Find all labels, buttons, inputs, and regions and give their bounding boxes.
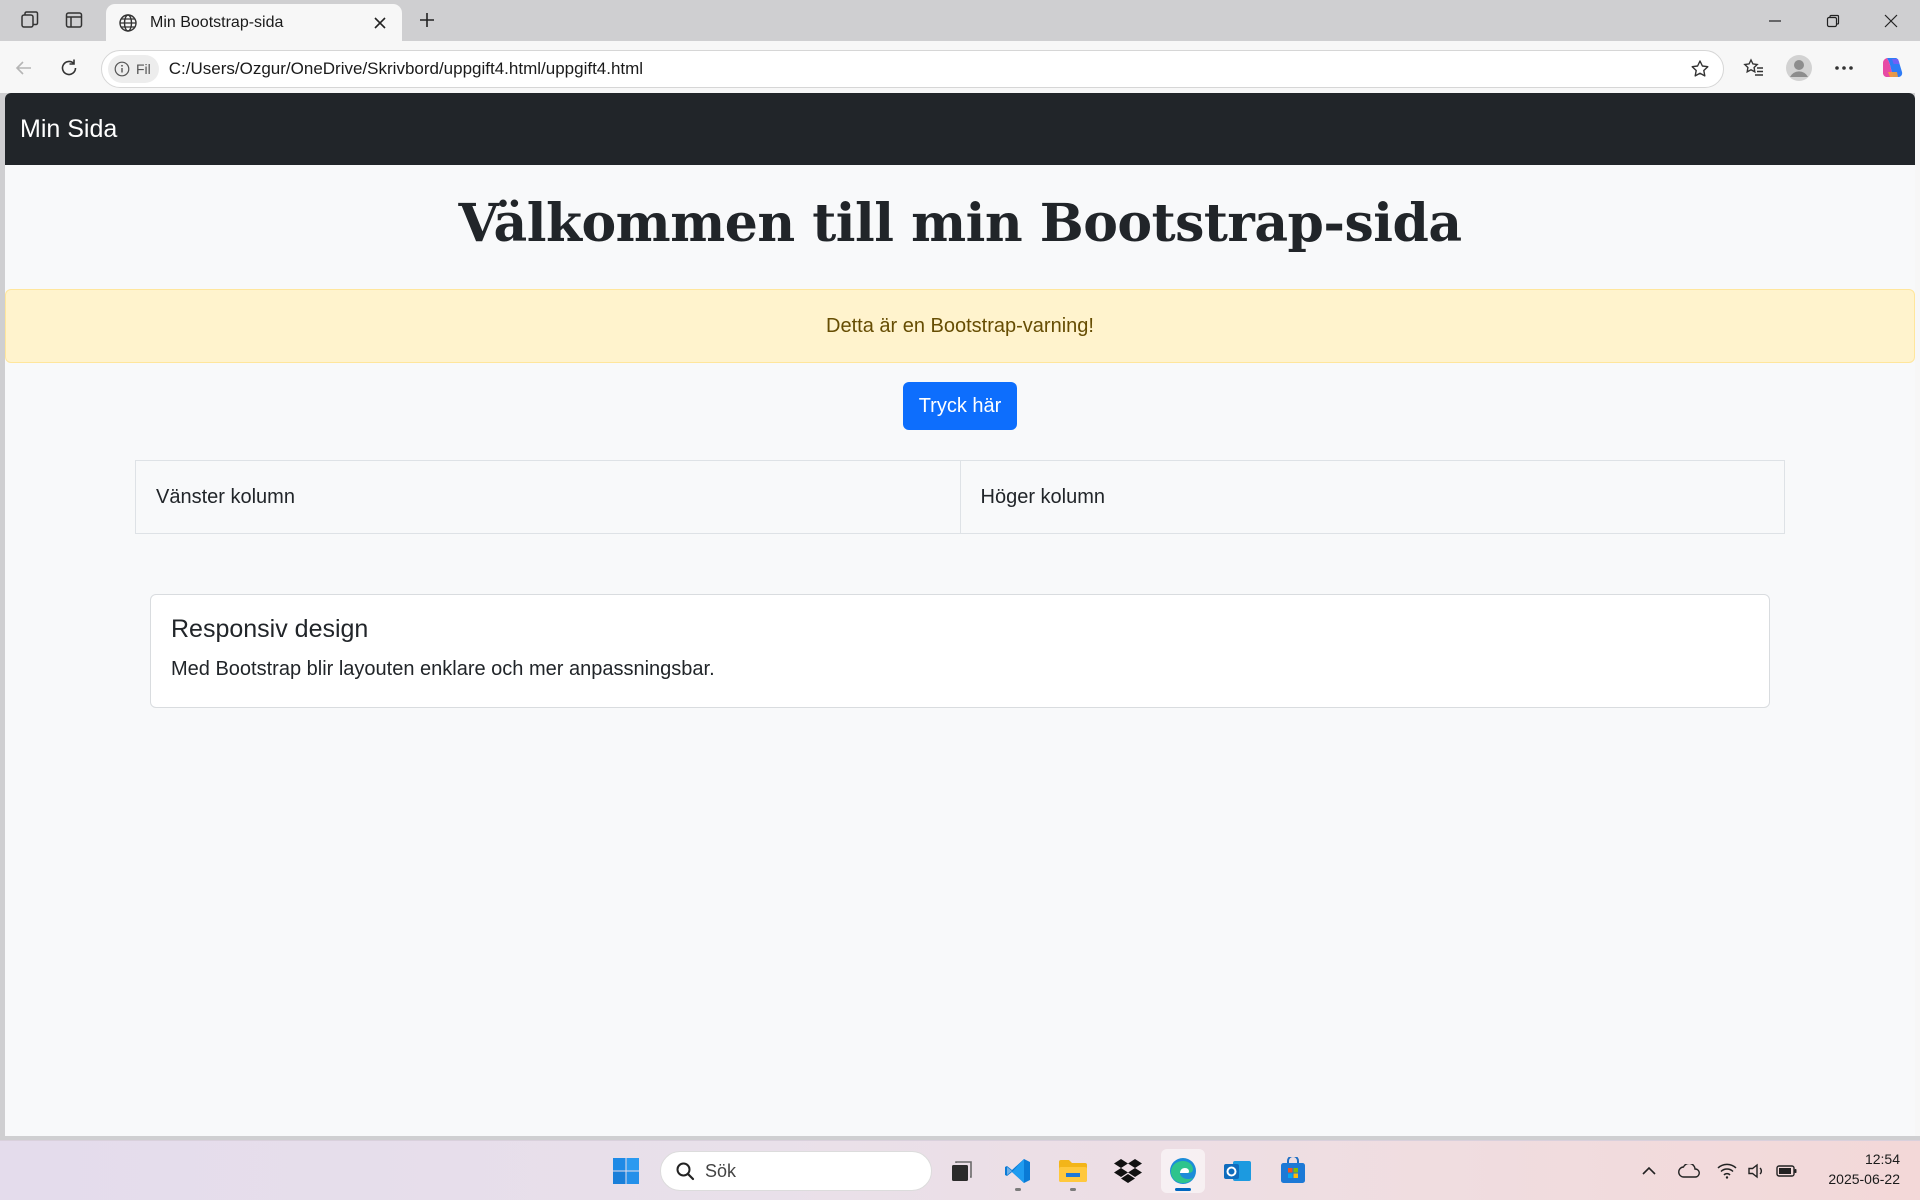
left-column: Vänster kolumn <box>135 460 961 534</box>
clock-time: 12:54 <box>1864 1151 1900 1167</box>
chevron-up-icon <box>1642 1166 1656 1175</box>
outlook-button[interactable] <box>1216 1149 1260 1193</box>
more-icon <box>1835 66 1853 70</box>
right-column: Höger kolumn <box>960 460 1785 534</box>
navbar-brand[interactable]: Min Sida <box>20 115 117 144</box>
left-column-text: Vänster kolumn <box>156 485 295 508</box>
onedrive-tray[interactable] <box>1674 1149 1704 1193</box>
card-text: Med Bootstrap blir layouten enklare och … <box>171 658 715 680</box>
restore-icon <box>1826 14 1840 27</box>
minimize-icon <box>1769 19 1781 22</box>
vertical-tabs-icon[interactable] <box>58 6 90 34</box>
primary-button[interactable]: Tryck här <box>902 382 1018 430</box>
taskbar-search[interactable]: Sök <box>660 1151 932 1191</box>
task-view-icon <box>952 1161 972 1181</box>
page-viewport: Min Sida Välkommen till min Bootstrap-si… <box>5 93 1915 1136</box>
wifi-tray[interactable] <box>1712 1149 1742 1193</box>
folder-icon <box>1059 1160 1087 1182</box>
task-view-button[interactable] <box>940 1149 984 1193</box>
new-tab-button[interactable] <box>412 6 442 34</box>
info-icon <box>114 61 130 77</box>
site-info-chip[interactable]: Fil <box>108 55 159 83</box>
edge-button[interactable] <box>1161 1149 1205 1193</box>
info-card: Responsiv design Med Bootstrap blir layo… <box>150 594 1770 708</box>
dropbox-icon <box>1114 1159 1142 1183</box>
button-wrapper: Tryck här <box>5 382 1915 430</box>
outlook-icon <box>1224 1161 1251 1181</box>
restore-button[interactable] <box>1804 0 1862 41</box>
store-button[interactable] <box>1271 1149 1315 1193</box>
minimize-button[interactable] <box>1746 0 1804 41</box>
add-favorite-button[interactable] <box>1683 52 1717 86</box>
profile-button[interactable] <box>1782 51 1816 85</box>
close-icon <box>1884 14 1898 27</box>
reload-button[interactable] <box>52 51 86 85</box>
back-button[interactable] <box>7 51 41 85</box>
copilot-icon <box>1883 58 1903 77</box>
vscode-icon <box>1005 1159 1030 1183</box>
workspaces-icon[interactable] <box>14 6 46 34</box>
back-arrow-icon <box>15 61 31 75</box>
dropbox-button[interactable] <box>1106 1149 1150 1193</box>
page-title: Välkommen till min Bootstrap-sida <box>458 193 1462 254</box>
tab-title: Min Bootstrap-sida <box>150 13 284 31</box>
columns-row: Vänster kolumn Höger kolumn <box>135 460 1785 534</box>
edge-icon <box>1170 1158 1196 1184</box>
address-bar[interactable]: Fil C:/Users/Ozgur/OneDrive/Skrivbord/up… <box>101 50 1724 88</box>
vscode-button[interactable] <box>996 1149 1040 1193</box>
star-icon <box>1691 60 1709 77</box>
right-column-text: Höger kolumn <box>980 485 1106 508</box>
favorites-icon <box>1743 58 1763 76</box>
window-edge <box>1915 93 1920 1136</box>
avatar-icon <box>1786 55 1812 81</box>
battery-icon <box>1776 1165 1797 1177</box>
wifi-icon <box>1717 1163 1737 1179</box>
volume-icon <box>1748 1163 1762 1179</box>
settings-more-button[interactable] <box>1827 51 1861 85</box>
clock-date: 2025-06-22 <box>1828 1171 1900 1187</box>
active-tab[interactable]: Min Bootstrap-sida <box>106 4 402 41</box>
windows-logo-icon <box>613 1158 639 1184</box>
system-clock[interactable]: 12:54 2025-06-22 <box>1828 1149 1900 1189</box>
card-title: Responsiv design <box>171 615 369 643</box>
active-indicator <box>1175 1188 1191 1191</box>
warning-alert: Detta är en Bootstrap-varning! <box>5 289 1915 363</box>
close-tab-icon[interactable] <box>368 11 392 35</box>
alert-text: Detta är en Bootstrap-varning! <box>826 314 1094 337</box>
running-indicator <box>1015 1188 1021 1191</box>
close-window-button[interactable] <box>1862 0 1920 41</box>
search-icon <box>676 1162 695 1181</box>
volume-tray[interactable] <box>1742 1149 1772 1193</box>
search-placeholder: Sök <box>705 1160 737 1181</box>
plus-icon <box>420 13 434 27</box>
site-chip-label: Fil <box>136 61 151 77</box>
cloud-icon <box>1678 1164 1700 1178</box>
running-indicator <box>1070 1188 1076 1191</box>
reload-icon <box>61 59 77 76</box>
battery-tray[interactable] <box>1772 1149 1802 1193</box>
favorites-button[interactable] <box>1737 51 1771 85</box>
show-hidden-icons-button[interactable] <box>1636 1149 1662 1193</box>
navbar: Min Sida <box>5 93 1915 165</box>
taskbar: Sök 12:54 2025-06-22 <box>0 1140 1920 1200</box>
url-text[interactable]: C:/Users/Ozgur/OneDrive/Skrivbord/uppgif… <box>169 59 1683 79</box>
file-explorer-button[interactable] <box>1051 1149 1095 1193</box>
globe-icon <box>119 13 137 32</box>
copilot-button[interactable] <box>1875 51 1909 85</box>
store-icon <box>1281 1157 1305 1183</box>
browser-tab-strip: Min Bootstrap-sida <box>0 0 1920 41</box>
start-button[interactable] <box>604 1149 648 1193</box>
